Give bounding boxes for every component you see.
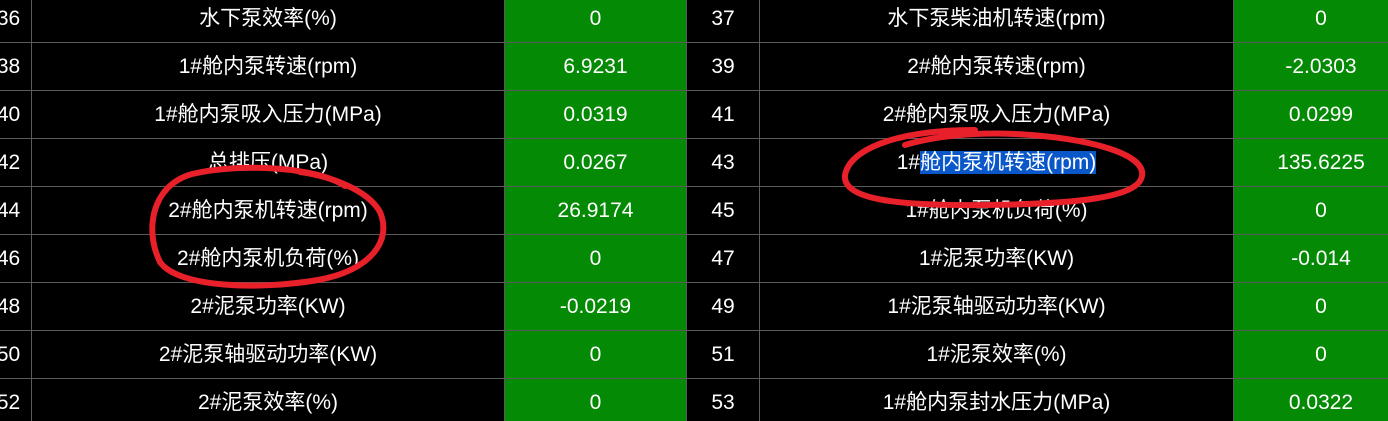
selected-text-highlight[interactable]: 舱内泵机转速(rpm) xyxy=(920,151,1097,174)
row-index-left: 52 xyxy=(0,378,32,421)
parameter-value-left[interactable]: 0.0267 xyxy=(504,138,687,187)
parameter-value-right[interactable]: 0 xyxy=(1233,330,1388,379)
parameter-name-left[interactable]: 2#泥泵轴驱动功率(KW) xyxy=(31,330,505,379)
table-row: 50 2#泥泵轴驱动功率(KW) 0 51 1#泥泵效率(%) 0 xyxy=(0,330,1388,379)
parameter-name-left[interactable]: 总排压(MPa) xyxy=(31,138,505,187)
table-row: 44 2#舱内泵机转速(rpm) 26.9174 45 1#舱内泵机负荷(%) … xyxy=(0,186,1388,235)
parameter-value-left[interactable]: -0.0219 xyxy=(504,282,687,331)
row-index-left: 38 xyxy=(0,42,32,91)
table-row: 52 2#泥泵效率(%) 0 53 1#舱内泵封水压力(MPa) 0.0322 xyxy=(0,378,1388,421)
parameter-value-right[interactable]: 0 xyxy=(1233,282,1388,331)
parameter-table-body: 36 水下泵效率(%) 0 37 水下泵柴油机转速(rpm) 0 38 1#舱内… xyxy=(0,0,1388,421)
parameter-value-right[interactable]: 0 xyxy=(1233,0,1388,43)
row-index-right: 39 xyxy=(686,42,760,91)
row-index-left: 42 xyxy=(0,138,32,187)
parameter-name-left[interactable]: 1#舱内泵吸入压力(MPa) xyxy=(31,90,505,139)
parameter-name-left[interactable]: 2#舱内泵机负荷(%) xyxy=(31,234,505,283)
row-index-left: 36 xyxy=(0,0,32,43)
table-row: 42 总排压(MPa) 0.0267 43 1#舱内泵机转速(rpm) 135.… xyxy=(0,138,1388,187)
parameter-name-right[interactable]: 1#舱内泵机负荷(%) xyxy=(759,186,1234,235)
parameter-value-right[interactable]: -2.0303 xyxy=(1233,42,1388,91)
parameter-name-right[interactable]: 1#泥泵功率(KW) xyxy=(759,234,1234,283)
parameter-value-right[interactable]: 0.0322 xyxy=(1233,378,1388,421)
parameter-name-right[interactable]: 1#泥泵轴驱动功率(KW) xyxy=(759,282,1234,331)
table-row: 48 2#泥泵功率(KW) -0.0219 49 1#泥泵轴驱动功率(KW) 0 xyxy=(0,282,1388,331)
parameter-name-left[interactable]: 2#泥泵效率(%) xyxy=(31,378,505,421)
row-index-left: 46 xyxy=(0,234,32,283)
parameter-value-right[interactable]: -0.014 xyxy=(1233,234,1388,283)
row-index-left: 40 xyxy=(0,90,32,139)
parameter-value-right[interactable]: 0 xyxy=(1233,186,1388,235)
row-index-left: 50 xyxy=(0,330,32,379)
parameter-value-right[interactable]: 0.0299 xyxy=(1233,90,1388,139)
table-row: 46 2#舱内泵机负荷(%) 0 47 1#泥泵功率(KW) -0.014 xyxy=(0,234,1388,283)
parameter-name-left[interactable]: 1#舱内泵转速(rpm) xyxy=(31,42,505,91)
parameter-name-right[interactable]: 1#泥泵效率(%) xyxy=(759,330,1234,379)
parameter-name-right[interactable]: 1#舱内泵封水压力(MPa) xyxy=(759,378,1234,421)
selection-prefix-text: 1# xyxy=(896,151,921,174)
data-grid-screen: 36 水下泵效率(%) 0 37 水下泵柴油机转速(rpm) 0 38 1#舱内… xyxy=(0,0,1388,421)
table-row: 38 1#舱内泵转速(rpm) 6.9231 39 2#舱内泵转速(rpm) -… xyxy=(0,42,1388,91)
parameter-value-left[interactable]: 0 xyxy=(504,330,687,379)
parameter-name-left[interactable]: 2#泥泵功率(KW) xyxy=(31,282,505,331)
parameter-value-left[interactable]: 0.0319 xyxy=(504,90,687,139)
parameter-value-left[interactable]: 0 xyxy=(504,378,687,421)
table-row: 36 水下泵效率(%) 0 37 水下泵柴油机转速(rpm) 0 xyxy=(0,0,1388,43)
row-index-right: 49 xyxy=(686,282,760,331)
parameter-name-right-selected[interactable]: 1#舱内泵机转速(rpm) xyxy=(759,138,1234,187)
parameter-name-left[interactable]: 2#舱内泵机转速(rpm) xyxy=(31,186,505,235)
row-index-right: 51 xyxy=(686,330,760,379)
row-index-right: 37 xyxy=(686,0,760,43)
row-index-right: 47 xyxy=(686,234,760,283)
row-index-right: 43 xyxy=(686,138,760,187)
row-index-left: 48 xyxy=(0,282,32,331)
parameter-name-left[interactable]: 水下泵效率(%) xyxy=(31,0,505,43)
parameter-value-right[interactable]: 135.6225 xyxy=(1233,138,1388,187)
parameter-value-left[interactable]: 6.9231 xyxy=(504,42,687,91)
parameter-name-right[interactable]: 2#舱内泵转速(rpm) xyxy=(759,42,1234,91)
parameter-value-left[interactable]: 26.9174 xyxy=(504,186,687,235)
table-row: 40 1#舱内泵吸入压力(MPa) 0.0319 41 2#舱内泵吸入压力(MP… xyxy=(0,90,1388,139)
parameter-value-left[interactable]: 0 xyxy=(504,0,687,43)
parameter-name-right[interactable]: 水下泵柴油机转速(rpm) xyxy=(759,0,1234,43)
row-index-right: 45 xyxy=(686,186,760,235)
parameter-name-right[interactable]: 2#舱内泵吸入压力(MPa) xyxy=(759,90,1234,139)
row-index-right: 41 xyxy=(686,90,760,139)
parameter-table: 36 水下泵效率(%) 0 37 水下泵柴油机转速(rpm) 0 38 1#舱内… xyxy=(0,0,1388,421)
parameter-value-left[interactable]: 0 xyxy=(504,234,687,283)
row-index-right: 53 xyxy=(686,378,760,421)
row-index-left: 44 xyxy=(0,186,32,235)
